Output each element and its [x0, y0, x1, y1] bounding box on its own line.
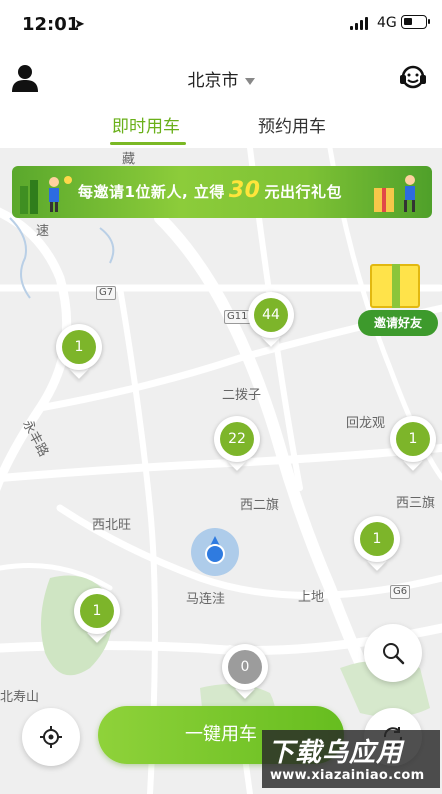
car-cluster-pin[interactable]: 44: [248, 292, 294, 347]
car-cluster-pin[interactable]: 1: [354, 516, 400, 571]
car-cluster-pin[interactable]: 1: [74, 588, 120, 643]
tab-instant[interactable]: 即时用车: [112, 112, 180, 137]
search-icon: [383, 643, 405, 665]
banner-gift-illustration: [374, 175, 415, 212]
pin-count: 1: [62, 330, 96, 364]
watermark-title: 下载乌应用: [268, 738, 404, 768]
banner-text: 每邀请1位新人, 立得 30 元出行礼包: [78, 178, 342, 203]
map-view[interactable]: 藏 速 二拨子 回龙观 永丰路 西二旗 西三旗 西北旺 马连洼 上地 北寿山 G…: [0, 148, 442, 794]
map-label: 回龙观: [346, 416, 386, 431]
watermark: 下载乌应用 www.xiazainiao.com: [262, 730, 440, 788]
network-type: 4G: [377, 15, 397, 31]
map-label: 上地: [298, 590, 325, 605]
car-cluster-pin[interactable]: 1: [390, 416, 436, 471]
pin-count: 0: [228, 650, 262, 684]
car-cluster-pin[interactable]: 1: [56, 324, 102, 379]
watermark-url: www.xiazainiao.com: [270, 768, 425, 783]
status-bar: 12:01 ➤ 4G: [0, 0, 442, 48]
banner-text-before: 每邀请1位新人, 立得: [78, 183, 225, 201]
banner-text-after: 元出行礼包: [264, 183, 342, 201]
tab-reserve[interactable]: 预约用车: [258, 112, 326, 137]
location-arrow-icon: ➤: [74, 17, 85, 32]
app-header: 北京市 即时用车 预约用车: [0, 48, 442, 148]
battery-icon: [401, 15, 430, 29]
map-label: 西三旗: [396, 496, 436, 511]
city-name: 北京市: [187, 71, 239, 91]
search-button[interactable]: [364, 624, 422, 682]
road-badge: G7: [96, 286, 117, 300]
city-selector[interactable]: 北京市: [0, 66, 442, 91]
signal-icon: [350, 16, 372, 30]
map-label: 西北旺: [92, 518, 132, 533]
current-location-marker: [191, 528, 239, 576]
pin-count: 1: [360, 522, 394, 556]
map-label: 速: [36, 224, 50, 239]
invite-friend-button[interactable]: 邀请好友: [352, 256, 440, 338]
map-label: 二拨子: [222, 388, 262, 403]
car-cluster-pin-empty[interactable]: 0: [222, 644, 268, 699]
car-cluster-pin[interactable]: 22: [214, 416, 260, 471]
map-label: 西二旗: [240, 498, 280, 513]
map-label: 马连洼: [186, 592, 226, 607]
locate-icon: [40, 726, 62, 748]
banner-people-illustration: [20, 176, 72, 214]
invite-label: 邀请好友: [358, 310, 438, 336]
map-label: 北寿山: [0, 690, 40, 705]
road-badge: G6: [390, 585, 411, 599]
customer-service-icon[interactable]: [398, 62, 428, 92]
caret-down-icon: [244, 77, 255, 85]
status-time: 12:01: [22, 14, 80, 35]
banner-amount: 30: [228, 178, 261, 203]
pin-count: 44: [254, 298, 288, 332]
active-tab-indicator: [110, 142, 186, 145]
map-roads: [0, 148, 442, 794]
gift-box-icon: [370, 264, 420, 308]
pin-count: 22: [220, 422, 254, 456]
locate-button[interactable]: [22, 708, 80, 766]
promo-banner[interactable]: 每邀请1位新人, 立得 30 元出行礼包: [12, 166, 432, 218]
map-label: 藏: [122, 152, 136, 167]
pin-count: 1: [80, 594, 114, 628]
pin-count: 1: [396, 422, 430, 456]
